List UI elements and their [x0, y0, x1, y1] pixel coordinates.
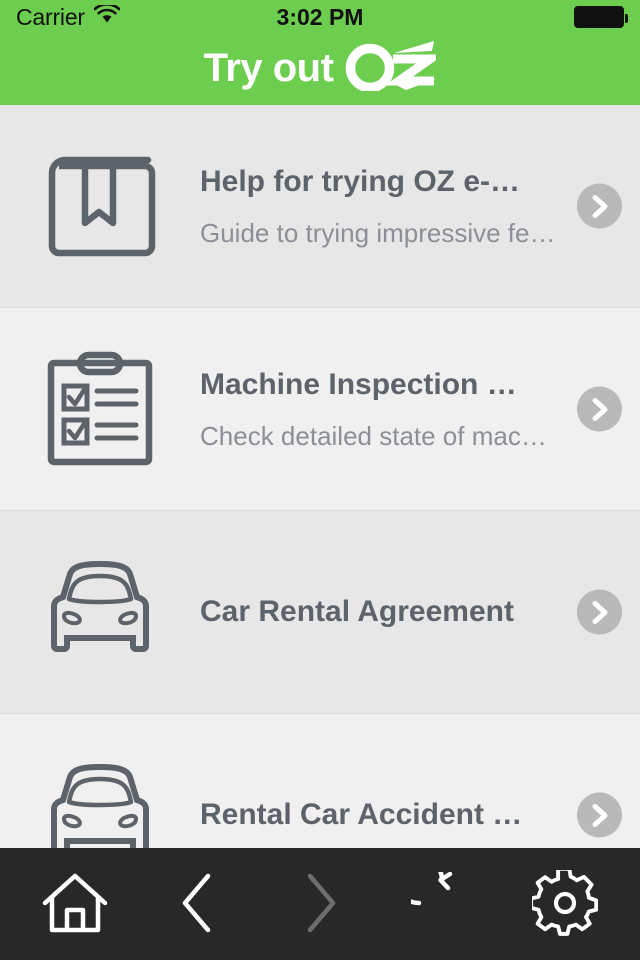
list-item-title: Car Rental Agreement: [200, 595, 514, 629]
gear-icon: [528, 866, 598, 939]
reload-button[interactable]: [394, 854, 488, 950]
status-bar: Carrier 3:02 PM: [0, 0, 640, 34]
forward-button[interactable]: [274, 858, 366, 950]
chevron-right-icon[interactable]: [577, 792, 622, 838]
home-icon: [42, 872, 108, 937]
car-front-icon: [0, 511, 200, 714]
list-item-text: Machine Inspection … Check detailed stat…: [200, 308, 640, 511]
wifi-icon: [93, 3, 121, 29]
app-header: Try out: [0, 34, 640, 105]
carrier-label: Carrier: [16, 3, 85, 30]
list-item-subtitle: Guide to trying impressive fe…: [200, 218, 556, 248]
oz-logo-icon: [344, 39, 445, 96]
list-item-title: Help for trying OZ e-…: [200, 164, 521, 198]
home-button[interactable]: [29, 858, 121, 950]
refresh-icon: [394, 854, 473, 937]
back-button[interactable]: [152, 858, 244, 950]
list-item[interactable]: Help for trying OZ e-… Guide to trying i…: [0, 105, 640, 308]
chevron-right-icon: [298, 872, 342, 937]
book-bookmark-icon: [0, 105, 200, 308]
app-logo: Try out: [203, 39, 445, 96]
list-item[interactable]: Car Rental Agreement: [0, 511, 640, 714]
list-item-text: Help for trying OZ e-… Guide to trying i…: [200, 105, 640, 308]
list-item-text: Car Rental Agreement: [200, 511, 640, 714]
status-bar-right: [574, 6, 628, 28]
bottom-toolbar: [0, 848, 640, 960]
chevron-left-icon: [176, 872, 220, 937]
list-item-subtitle: Check detailed state of mac…: [200, 421, 547, 451]
document-list[interactable]: Help for trying OZ e-… Guide to trying i…: [0, 105, 640, 960]
battery-full-icon: [574, 6, 628, 28]
clipboard-checklist-icon: [0, 308, 200, 511]
list-item[interactable]: Machine Inspection … Check detailed stat…: [0, 308, 640, 511]
chevron-right-icon[interactable]: [577, 386, 622, 432]
list-item-title: Rental Car Accident …: [200, 798, 523, 832]
settings-button[interactable]: [519, 858, 611, 950]
chevron-right-icon[interactable]: [577, 183, 622, 229]
status-bar-left: Carrier: [16, 3, 121, 31]
list-item-title: Machine Inspection …: [200, 367, 517, 401]
chevron-right-icon[interactable]: [577, 589, 622, 635]
app-title: Try out: [203, 45, 334, 90]
